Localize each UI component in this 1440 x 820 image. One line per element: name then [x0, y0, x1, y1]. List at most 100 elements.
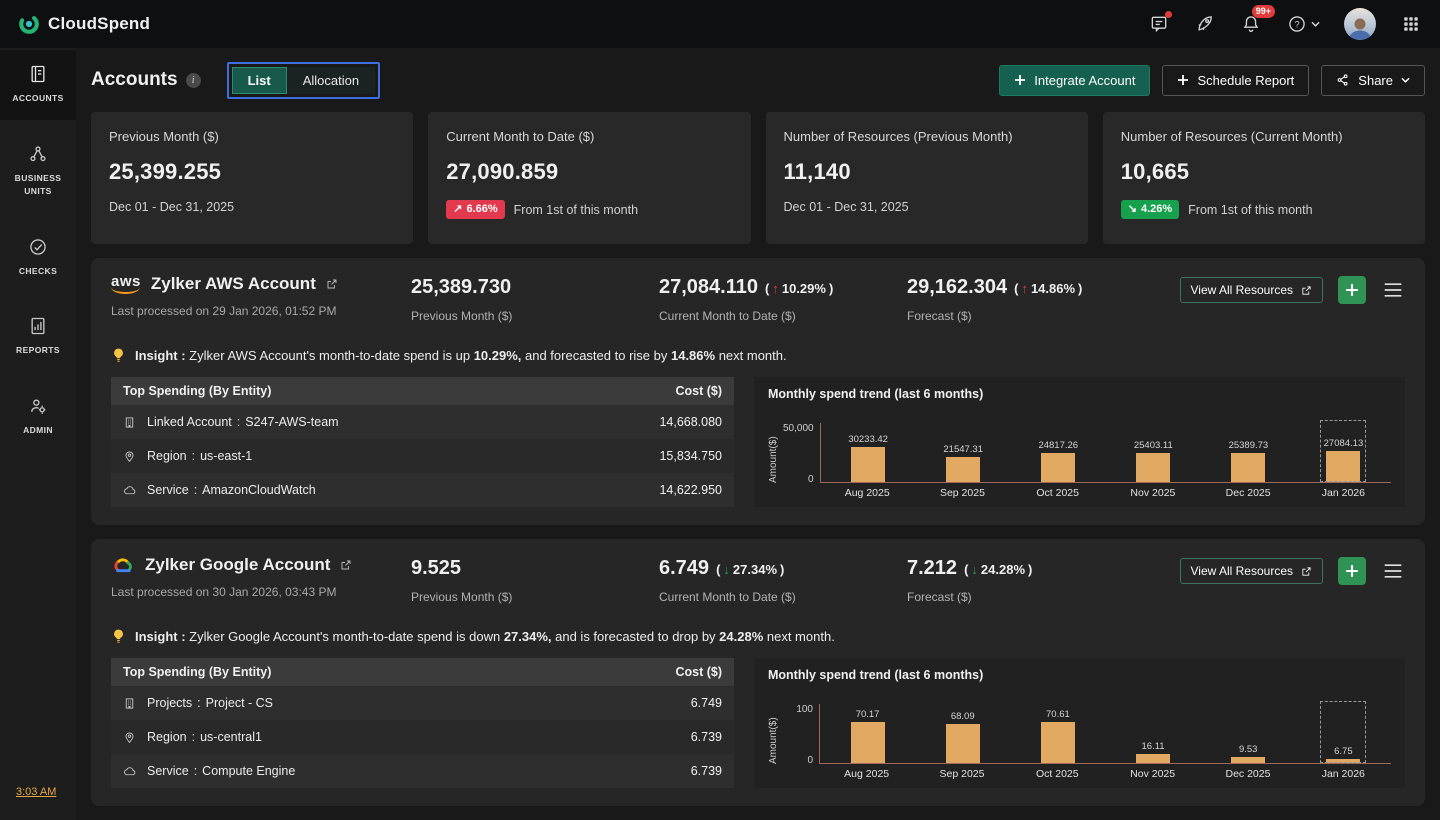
table-row: Service:AmazonCloudWatch 14,622.950	[111, 473, 734, 507]
tab-list[interactable]: List	[232, 67, 287, 94]
x-axis-tick-label: Jan 2026	[1316, 487, 1370, 499]
x-axis-tick-label: Dec 2025	[1221, 487, 1275, 499]
stat-value: 29,162.304	[907, 276, 1007, 299]
y-tick: 0	[807, 755, 813, 766]
entity-cost: 6.739	[691, 764, 722, 778]
entity-category: Region	[147, 449, 187, 463]
insight-row: Insight : Zylker Google Account's month-…	[111, 628, 1405, 645]
entity-category: Linked Account	[147, 415, 232, 429]
notifications-bell-icon[interactable]: 99+	[1240, 13, 1262, 35]
plot-area: 70.1768.0970.6116.119.536.75	[819, 704, 1391, 764]
card-value: 27,090.859	[446, 159, 732, 185]
schedule-report-button[interactable]: Schedule Report	[1162, 65, 1309, 96]
view-all-resources-label: View All Resources	[1191, 564, 1294, 578]
table-row: Projects:Project - CS 6.749	[111, 686, 734, 720]
bar	[1041, 722, 1075, 763]
chart-bar-aug-2025: 30233.42	[841, 423, 895, 482]
help-menu[interactable]: ?	[1286, 13, 1320, 35]
bar	[1326, 759, 1360, 763]
table-header: Top Spending (By Entity) Cost ($)	[111, 658, 734, 686]
card-current-month-to-date: Current Month to Date ($) 27,090.859 ↗ 6…	[428, 112, 750, 244]
arrow-down-icon: ↓	[723, 562, 730, 577]
share-icon	[1336, 73, 1350, 87]
plus-icon	[1177, 74, 1189, 86]
entity-category: Service	[147, 483, 189, 497]
cloud-icon	[123, 765, 138, 778]
header-actions: Integrate Account Schedule Report Share	[999, 65, 1425, 96]
tab-allocation[interactable]: Allocation	[287, 67, 375, 94]
apps-grid-icon[interactable]	[1400, 13, 1422, 35]
stat-label: Previous Month ($)	[411, 309, 659, 323]
stat-label: Current Month to Date ($)	[659, 590, 907, 604]
bulb-icon	[111, 628, 126, 645]
hamburger-menu-icon[interactable]	[1381, 561, 1405, 581]
account-name[interactable]: Zylker AWS Account	[151, 274, 316, 294]
sidebar-item-checks[interactable]: CHECKS	[0, 223, 76, 293]
chart-title: Monthly spend trend (last 6 months)	[768, 668, 1391, 682]
view-all-resources-button[interactable]: View All Resources	[1180, 277, 1324, 303]
add-budget-button[interactable]	[1338, 557, 1366, 585]
add-budget-button[interactable]	[1338, 276, 1366, 304]
sidebar-item-accounts[interactable]: ACCOUNTS	[0, 50, 76, 120]
external-link-icon[interactable]	[340, 559, 352, 571]
schedule-report-label: Schedule Report	[1197, 73, 1294, 88]
chart-bar-oct-2025: 24817.26	[1031, 423, 1085, 482]
hamburger-menu-icon[interactable]	[1381, 280, 1405, 300]
stat-delta: (↓27.34%)	[716, 562, 784, 577]
alert-dot	[1165, 11, 1172, 18]
table-row: Region:us-east-1 15,834.750	[111, 439, 734, 473]
table-row: Region:us-central1 6.739	[111, 720, 734, 754]
stat-forecast: 29,162.304 (↑14.86%) Forecast ($)	[907, 274, 1155, 323]
integrate-account-label: Integrate Account	[1034, 73, 1135, 88]
arrow-up-icon: ↑	[772, 281, 779, 296]
account-card-aws: aws Zylker AWS Account Last processed on…	[91, 258, 1425, 525]
sidebar-item-label: ADMIN	[23, 424, 53, 438]
bar	[1136, 453, 1170, 482]
delta-percent: 10.29%	[782, 281, 826, 296]
card-title: Previous Month ($)	[109, 129, 395, 144]
sidebar-item-label: ACCOUNTS	[12, 92, 63, 106]
stat-label: Current Month to Date ($)	[659, 309, 907, 323]
x-axis-labels: Aug 2025Sep 2025Oct 2025Nov 2025Dec 2025…	[819, 768, 1391, 780]
external-link-icon[interactable]	[326, 278, 338, 290]
feedback-icon[interactable]	[1148, 13, 1170, 35]
sidebar-item-admin[interactable]: ADMIN	[0, 382, 76, 452]
bar	[946, 457, 980, 482]
stat-current-month-to-date: 27,084.110 (↑10.29%) Current Month to Da…	[659, 274, 907, 323]
cost-column-header: Cost ($)	[675, 665, 722, 679]
y-tick: 0	[808, 474, 814, 485]
sidebar-item-reports[interactable]: REPORTS	[0, 302, 76, 372]
location-pin-icon	[123, 731, 138, 744]
info-icon[interactable]	[186, 73, 201, 88]
sidebar-item-business-units[interactable]: BUSINESS UNITS	[0, 130, 76, 213]
badge-percent: 4.26%	[1141, 203, 1172, 216]
card-value: 10,665	[1121, 159, 1407, 185]
x-axis-labels: Aug 2025Sep 2025Oct 2025Nov 2025Dec 2025…	[820, 487, 1391, 499]
checks-icon	[28, 237, 48, 257]
view-toggle: List Allocation	[232, 67, 376, 94]
help-icon: ?	[1286, 13, 1308, 35]
chart-bar-dec-2025: 25389.73	[1221, 423, 1275, 482]
monthly-spend-trend-chart: Monthly spend trend (last 6 months) Amou…	[754, 377, 1405, 507]
card-resources-current-month: Number of Resources (Current Month) 10,6…	[1103, 112, 1425, 244]
x-axis-tick-label: Oct 2025	[1030, 768, 1084, 780]
clock-link[interactable]: 3:03 AM	[16, 786, 56, 798]
table-row: Linked Account:S247-AWS-team 14,668.080	[111, 405, 734, 439]
bar-value-label: 70.17	[856, 709, 880, 720]
cloudspend-logo-icon	[18, 13, 40, 35]
stat-previous-month: 9.525 Previous Month ($)	[411, 555, 659, 604]
page-header: Accounts List Allocation Integrate Accou…	[91, 48, 1425, 112]
account-name[interactable]: Zylker Google Account	[145, 555, 330, 575]
view-all-resources-button[interactable]: View All Resources	[1180, 558, 1324, 584]
card-previous-month: Previous Month ($) 25,399.255 Dec 01 - D…	[91, 112, 413, 244]
avatar[interactable]	[1344, 8, 1376, 40]
admin-icon	[28, 396, 48, 416]
x-axis-tick-label: Sep 2025	[935, 487, 989, 499]
integrate-account-button[interactable]: Integrate Account	[999, 65, 1150, 96]
bar	[1326, 451, 1360, 482]
share-button[interactable]: Share	[1321, 65, 1425, 96]
location-pin-icon	[123, 450, 138, 463]
arrow-down-icon: ↓	[971, 562, 978, 577]
cloudspend-brand[interactable]: CloudSpend	[18, 13, 150, 35]
whats-new-rocket-icon[interactable]	[1194, 13, 1216, 35]
